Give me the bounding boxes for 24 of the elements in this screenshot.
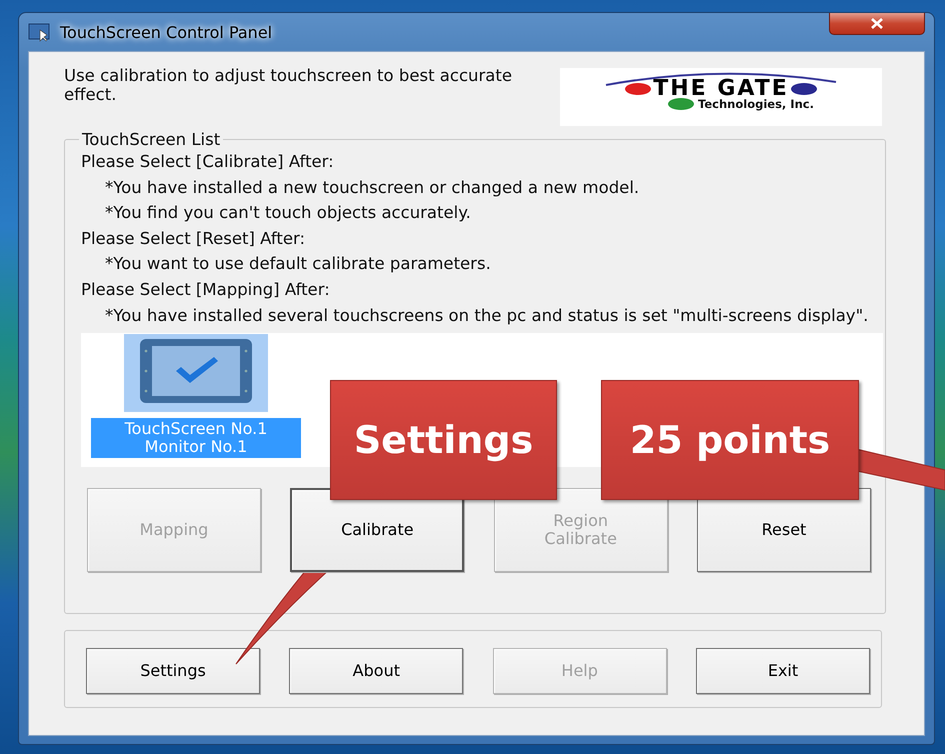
dialog-button[interactable]: Settings [86,648,260,694]
instruction-heading: Please Select [Calibrate] After: [81,151,335,173]
close-button[interactable] [829,13,925,35]
dot-icon [625,83,652,95]
close-icon [871,18,883,29]
logo-title: THE GATE [653,78,789,100]
instruction-text: *You find you can't touch objects accurately. [104,202,472,224]
callout-label: 25 points [601,380,859,500]
instruction-text: *You want to use default calibrate parameters. [104,253,492,276]
instruction-heading: Please Select [Mapping] After: [81,278,331,301]
dot-icon [668,98,694,110]
logo-subtitle: Technologies, Inc. [698,97,814,111]
device-tile[interactable] [124,334,268,412]
app-icon [28,22,50,42]
group-title: TouchScreen List [81,130,222,149]
window-title: TouchScreen Control Panel [60,22,272,42]
instruction-heading: Please Select [Reset] After: [81,228,306,250]
dialog-button[interactable]: Exit [696,648,870,694]
dialog-button[interactable]: About [289,648,464,694]
callout-label: Settings [330,380,557,500]
dot-icon [790,83,817,95]
intro-text: Use calibration to adjust touchscreen to best accurate effect. [64,66,514,104]
instruction-text: *You have installed a new touchscreen or changed a new model. [104,176,640,199]
instruction-text: *You have installed several touchscreens on the pc and status is set "multi-screens display". [104,306,870,325]
